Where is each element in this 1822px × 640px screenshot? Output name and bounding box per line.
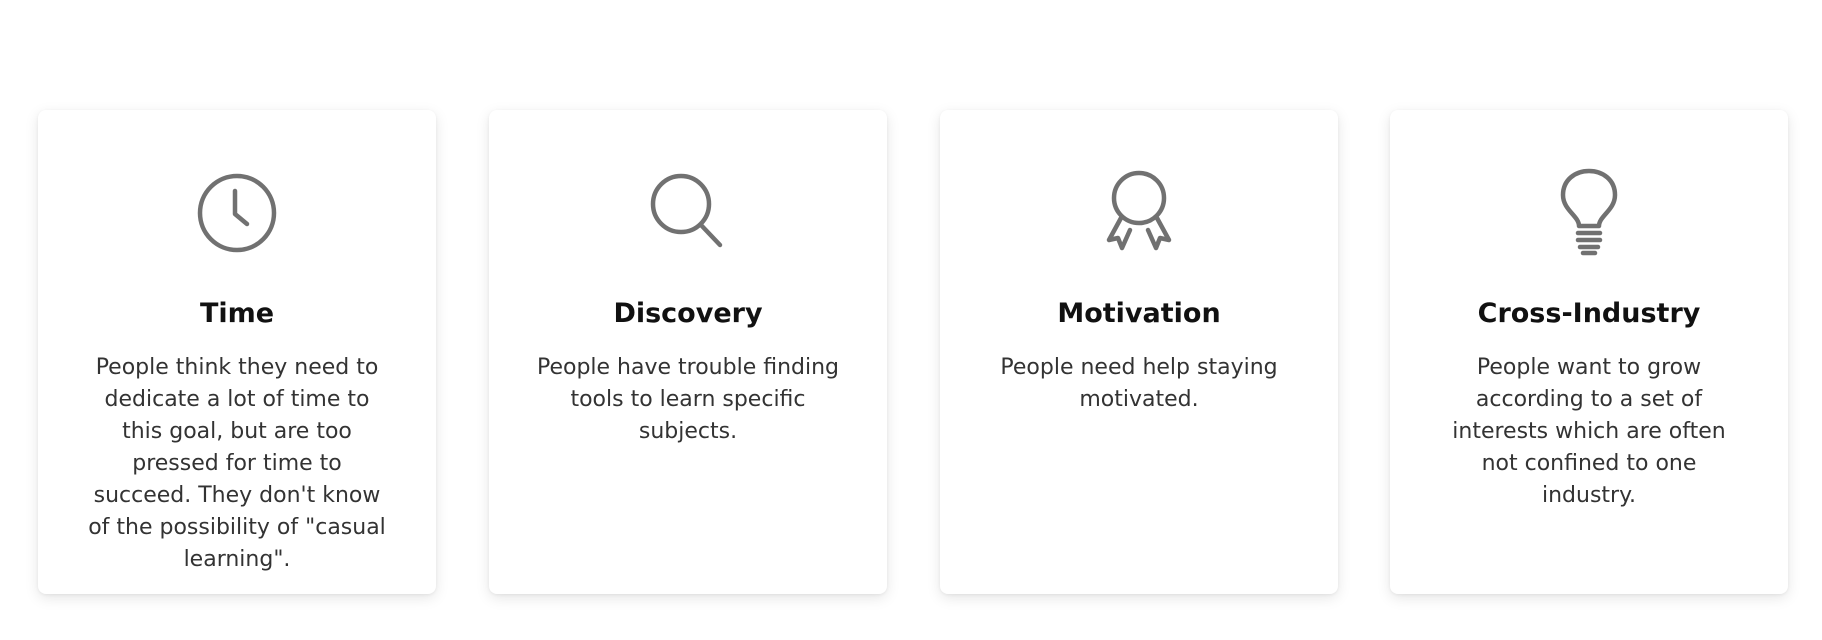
card-description: People have trouble finding tools to lea…	[536, 355, 840, 444]
award-icon	[1094, 168, 1184, 258]
card-time: Time People think they need to dedicate …	[38, 110, 436, 594]
clock-icon	[192, 168, 282, 258]
card-title: Discovery	[613, 298, 763, 329]
card-title: Cross-Industry	[1477, 298, 1701, 329]
card-motivation: Motivation People need help staying moti…	[940, 110, 1338, 594]
feature-cards-row: Time People think they need to dedicate …	[38, 110, 1788, 594]
card-title: Motivation	[1057, 298, 1221, 329]
card-discovery: Discovery People have trouble finding to…	[489, 110, 887, 594]
search-icon	[643, 168, 733, 258]
card-description: People need help staying motivated.	[1000, 355, 1278, 412]
card-title: Time	[199, 298, 275, 329]
lightbulb-icon	[1544, 168, 1634, 258]
card-description: People think they need to dedicate a lot…	[88, 355, 386, 572]
card-description: People want to grow according to a set o…	[1452, 355, 1726, 508]
card-cross-industry: Cross-Industry People want to grow accor…	[1390, 110, 1788, 594]
